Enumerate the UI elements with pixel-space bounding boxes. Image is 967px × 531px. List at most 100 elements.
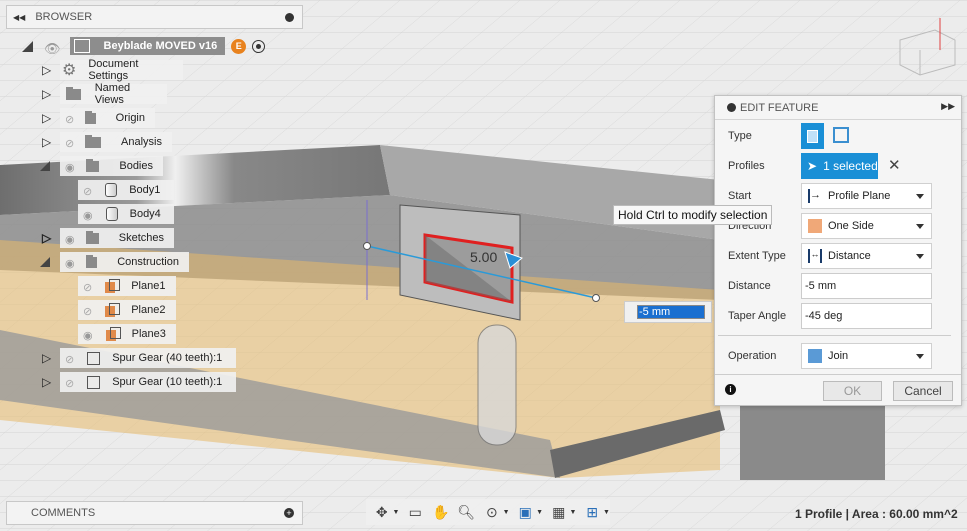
- folder-icon: [85, 134, 102, 148]
- chevron-down-icon: [916, 254, 924, 259]
- eye-icon[interactable]: ◉: [65, 233, 75, 246]
- browser-title: BROWSER: [35, 11, 93, 23]
- sketch-folder-icon: [85, 230, 99, 244]
- start-dropdown[interactable]: → Profile Plane: [801, 183, 932, 209]
- display-settings-icon[interactable]: ▣: [516, 503, 536, 521]
- tree-item-plane2[interactable]: ⊘ Plane2: [78, 300, 176, 320]
- minimize-icon[interactable]: [727, 103, 736, 112]
- tree-item-origin[interactable]: ▷ ⊘ Origin: [42, 108, 155, 128]
- collapse-icon[interactable]: ◀◀: [13, 13, 25, 22]
- comments-panel[interactable]: COMMENTS +: [6, 501, 303, 525]
- eye-hidden-icon[interactable]: ⊘: [83, 305, 92, 318]
- tree-item-analysis[interactable]: ▷ ⊘ Analysis: [42, 132, 172, 152]
- add-comment-icon[interactable]: +: [284, 508, 294, 518]
- edit-feature-dialog: EDIT FEATURE ▶▶ Type Profiles ➤ 1 selected…: [714, 95, 962, 406]
- eye-icon[interactable]: ◉: [83, 209, 93, 222]
- collapse-triangle-icon[interactable]: [40, 161, 50, 171]
- taper-angle-label: Taper Angle: [728, 310, 787, 322]
- pan-hand-icon[interactable]: ✋: [431, 503, 451, 521]
- folder-icon: [85, 110, 96, 124]
- dialog-header[interactable]: EDIT FEATURE ▶▶: [715, 96, 961, 120]
- folder-icon: [85, 254, 98, 268]
- tree-item-bodies[interactable]: ◉ Bodies: [40, 156, 163, 176]
- minimize-icon[interactable]: [285, 13, 294, 22]
- expand-triangle-icon[interactable]: ▷: [42, 111, 51, 125]
- folder-icon: [66, 86, 81, 100]
- expand-triangle-icon[interactable]: ▷: [42, 231, 51, 245]
- component-icon: [73, 39, 90, 53]
- chevron-down-icon[interactable]: ▼: [603, 509, 610, 516]
- chevron-down-icon[interactable]: ▼: [536, 509, 543, 516]
- distance-input[interactable]: -5 mm: [801, 273, 932, 299]
- expand-triangle-icon[interactable]: ▷: [42, 135, 51, 149]
- eye-icon[interactable]: ◉: [65, 161, 75, 174]
- activate-radio[interactable]: [252, 39, 266, 53]
- eye-hidden-icon[interactable]: ⊘: [65, 353, 74, 366]
- body-icon: [105, 183, 118, 197]
- zoom-icon[interactable]: 🔍︎: [457, 503, 477, 521]
- chevron-down-icon: [916, 224, 924, 229]
- body-icon: [105, 207, 118, 221]
- eye-hidden-icon[interactable]: ⊘: [65, 377, 74, 390]
- direction-dropdown[interactable]: One Side: [801, 213, 932, 239]
- orbit-icon[interactable]: ✥: [372, 503, 392, 521]
- distance-input-manipulator[interactable]: -5 mm: [624, 301, 712, 323]
- extent-type-label: Extent Type: [728, 250, 786, 262]
- folder-icon: [85, 158, 100, 172]
- tree-item-named-views[interactable]: ▷ Named Views: [42, 82, 167, 106]
- type-solid-button[interactable]: [801, 123, 824, 149]
- distance-input-value[interactable]: -5 mm: [637, 305, 705, 319]
- look-at-icon[interactable]: ▭: [405, 503, 425, 521]
- tree-item-body1[interactable]: ⊘ Body1: [78, 180, 174, 200]
- viewports-icon[interactable]: ⊞: [582, 503, 602, 521]
- extrude-solid-icon: [807, 129, 818, 143]
- extent-type-dropdown[interactable]: ↔ Distance: [801, 243, 932, 269]
- ok-button[interactable]: OK: [823, 381, 882, 401]
- type-thin-button[interactable]: [833, 127, 849, 143]
- expand-icon[interactable]: ▶▶: [941, 101, 955, 112]
- collapse-triangle-icon[interactable]: [22, 40, 33, 52]
- chevron-down-icon[interactable]: ▼: [570, 509, 577, 516]
- comments-title: COMMENTS: [31, 507, 96, 519]
- browser-root[interactable]: 👁 Beyblade MOVED v16 E: [22, 36, 266, 56]
- tooltip: Hold Ctrl to modify selection: [613, 205, 773, 225]
- taper-angle-input[interactable]: -45 deg: [801, 303, 932, 329]
- chevron-down-icon[interactable]: ▼: [503, 509, 510, 516]
- cancel-button[interactable]: Cancel: [893, 381, 953, 401]
- operation-dropdown[interactable]: Join: [801, 343, 932, 369]
- tree-item-construction[interactable]: ◉ Construction: [40, 252, 189, 272]
- eye-hidden-icon[interactable]: ⊘: [65, 137, 74, 150]
- fit-icon[interactable]: ⊙: [482, 503, 502, 521]
- eye-icon[interactable]: ◉: [65, 257, 75, 270]
- grid-icon[interactable]: ▦: [549, 503, 569, 521]
- expand-triangle-icon[interactable]: ▷: [42, 375, 51, 389]
- eye-icon[interactable]: ◉: [83, 329, 93, 342]
- profiles-select-button[interactable]: ➤ 1 selected: [801, 153, 878, 179]
- root-node[interactable]: Beyblade MOVED v16: [69, 37, 226, 55]
- dimension-label: 5.00: [470, 249, 497, 265]
- eye-hidden-icon[interactable]: ⊘: [83, 281, 92, 294]
- browser-header[interactable]: ◀◀ BROWSER: [6, 5, 303, 29]
- plane-icon: [105, 303, 121, 317]
- chevron-down-icon[interactable]: ▼: [393, 509, 400, 516]
- divider: [718, 335, 951, 336]
- collapse-triangle-icon[interactable]: [40, 257, 50, 267]
- expand-triangle-icon[interactable]: ▷: [42, 63, 51, 77]
- tree-item-plane3[interactable]: ◉ Plane3: [78, 324, 176, 344]
- eye-hidden-icon[interactable]: ⊘: [65, 113, 74, 126]
- tree-item-document-settings[interactable]: ▷ ⚙ Document Settings: [42, 58, 183, 82]
- expand-triangle-icon[interactable]: ▷: [42, 351, 51, 365]
- type-label: Type: [728, 130, 752, 142]
- tree-item-spur-gear-10[interactable]: ▷ ⊘ Spur Gear (10 teeth):1: [42, 372, 236, 392]
- tree-item-plane1[interactable]: ⊘ Plane1: [78, 276, 176, 296]
- info-icon[interactable]: i: [725, 384, 736, 395]
- tree-item-spur-gear-40[interactable]: ▷ ⊘ Spur Gear (40 teeth):1: [42, 348, 236, 368]
- eye-icon[interactable]: 👁: [44, 41, 61, 56]
- eye-hidden-icon[interactable]: ⊘: [83, 185, 92, 198]
- expand-triangle-icon[interactable]: ▷: [42, 87, 51, 101]
- tree-item-body4[interactable]: ◉ Body4: [78, 204, 174, 224]
- distance-icon: ↔: [808, 249, 822, 263]
- clear-selection-icon[interactable]: ✕: [888, 156, 901, 174]
- tree-item-sketches[interactable]: ▷ ◉ Sketches: [42, 228, 174, 248]
- profile-plane-icon: →: [808, 189, 821, 203]
